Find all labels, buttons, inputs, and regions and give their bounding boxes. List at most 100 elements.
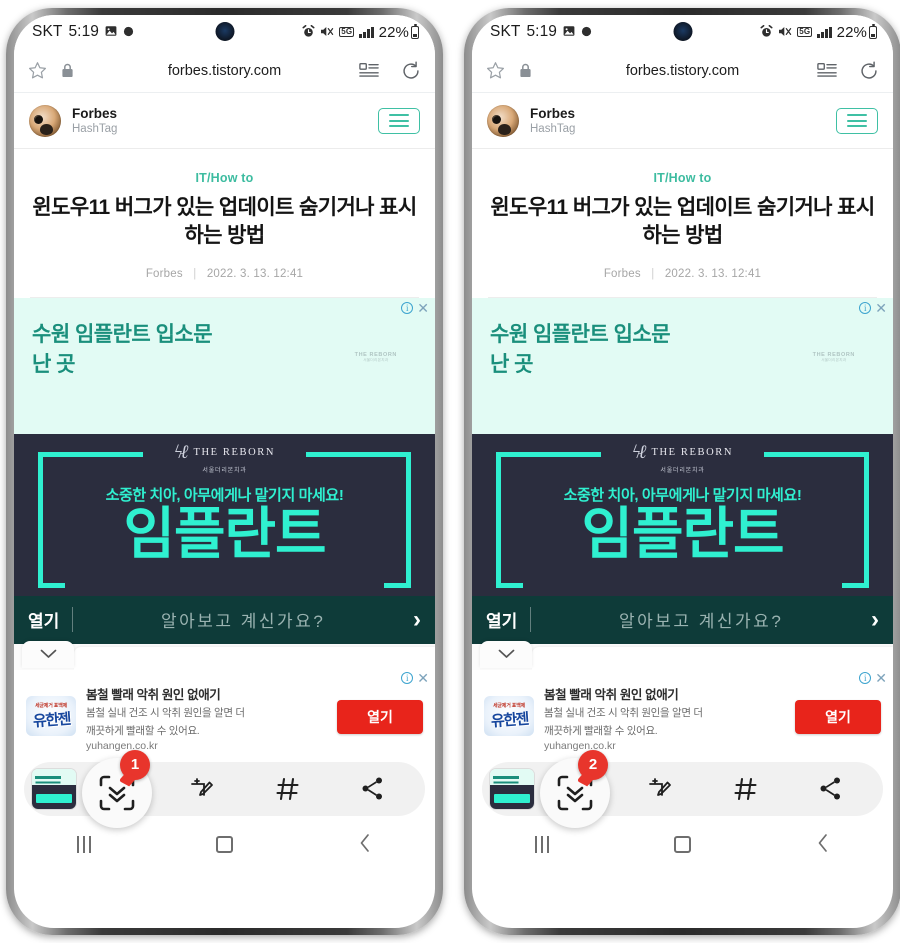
recents-icon[interactable]	[76, 836, 91, 854]
status-bar: SKT 5:19 5G 22%	[472, 15, 893, 49]
battery-percent-label: 22%	[378, 23, 409, 41]
watermark-sub: 서울더리본치과	[821, 357, 847, 362]
ad-cta-bar[interactable]: 열기 알아보고 계신가요? ›	[472, 595, 893, 644]
collapse-tab[interactable]	[22, 640, 74, 668]
lock-icon[interactable]	[61, 63, 74, 78]
ad-close-icon[interactable]: ✕	[875, 671, 887, 685]
status-bar-left: SKT 5:19	[32, 23, 134, 41]
reader-mode-icon[interactable]	[817, 62, 837, 80]
share-icon[interactable]	[359, 775, 386, 802]
ad-close-icon[interactable]: ✕	[417, 301, 429, 315]
chevron-down-icon[interactable]	[498, 648, 515, 661]
reborn-logo-sub: 서울더리본치과	[202, 467, 247, 474]
ad-info-icon[interactable]: i	[401, 671, 414, 684]
phone-device-right: SKT 5:19 5G 22% forbes.tistory.com Forbe…	[464, 8, 900, 935]
watermark-name: THE REBORN	[812, 351, 855, 358]
crop-edit-icon[interactable]	[646, 775, 674, 803]
ad-cta-open-label[interactable]: 열기	[486, 607, 532, 633]
ad-close-icon[interactable]: ✕	[417, 671, 429, 685]
blog-title[interactable]: Forbes	[530, 106, 575, 121]
reload-icon[interactable]	[859, 61, 879, 81]
hashtag-tag-icon[interactable]	[732, 775, 760, 803]
article-author: Forbes	[145, 267, 183, 280]
ad-banner-mint[interactable]: i ✕ 수원 임플란트 입소문 난 곳 THE REBORN 서울더리본치과	[14, 297, 435, 434]
crop-edit-icon[interactable]	[188, 775, 216, 803]
alarm-icon	[302, 24, 315, 40]
ad-banner-mint[interactable]: i ✕ 수원 임플란트 입소문 난 곳 THE REBORN 서울더리본치과	[472, 297, 893, 434]
status-bar-left: SKT 5:19	[490, 23, 592, 41]
reborn-logo-icon: ϟℓ THE REBORN 서울더리본치과	[14, 442, 435, 474]
capture-thumbnail[interactable]	[32, 768, 76, 809]
back-icon[interactable]	[816, 833, 830, 857]
lock-icon[interactable]	[519, 63, 532, 78]
dot-icon	[123, 26, 134, 39]
browser-toolbar: forbes.tistory.com	[472, 49, 893, 93]
article-category[interactable]: IT/How to	[30, 171, 419, 185]
back-icon[interactable]	[358, 833, 372, 857]
chevron-down-icon[interactable]	[40, 648, 57, 661]
camera-punch-hole	[215, 22, 234, 41]
ad-info-icon[interactable]: i	[859, 671, 872, 684]
image-icon	[563, 25, 575, 39]
recents-icon[interactable]	[534, 836, 549, 854]
ad-banner-bottom[interactable]: i ✕ 세균제거 표백제 유한젠 봄철 빨래 악취 원인 없애기 봄철 실내 건…	[14, 669, 435, 756]
capture-thumbnail[interactable]	[490, 768, 534, 809]
reader-mode-icon[interactable]	[359, 62, 379, 80]
carrier-label: SKT	[490, 23, 521, 40]
ad-cta-bar[interactable]: 열기 알아보고 계신가요? ›	[14, 595, 435, 644]
ad-bottom-desc-line2: 깨끗하게 빨래할 수 있어요.	[86, 724, 200, 737]
star-icon[interactable]	[486, 61, 505, 80]
blog-subtitle: HashTag	[530, 122, 576, 135]
share-icon[interactable]	[817, 775, 844, 802]
reborn-logo-name: THE REBORN	[193, 447, 276, 459]
hamburger-menu-icon[interactable]	[836, 107, 878, 134]
avatar[interactable]	[487, 104, 519, 137]
article-category[interactable]: IT/How to	[488, 171, 877, 185]
browser-toolbar-left	[28, 61, 74, 80]
battery-icon	[411, 23, 419, 39]
status-bar-right: 5G 22%	[302, 23, 419, 41]
ad-banner-implant[interactable]: ϟℓ THE REBORN 서울더리본치과 소중한 치아, 아무에게나 맡기지 …	[472, 433, 893, 596]
blog-header: Forbes HashTag	[14, 93, 435, 149]
ad-bottom-url: yuhangen.co.kr	[86, 740, 158, 753]
star-icon[interactable]	[28, 61, 47, 80]
ad-info-icon[interactable]: i	[401, 301, 414, 314]
hashtag-tag-icon[interactable]	[274, 775, 302, 803]
ad-bottom-open-button[interactable]: 열기	[337, 699, 423, 734]
dot-icon	[581, 26, 592, 39]
phone-screen-right: SKT 5:19 5G 22% forbes.tistory.com Forbe…	[472, 15, 893, 928]
collapse-strip	[74, 646, 435, 670]
ad-cta-open-label[interactable]: 열기	[28, 607, 74, 633]
reborn-watermark-icon: THE REBORN 서울더리본치과	[355, 352, 397, 363]
blog-subtitle: HashTag	[72, 122, 118, 135]
capture-toolbar-bar: 1	[24, 749, 425, 828]
chevron-right-icon[interactable]: ›	[871, 607, 879, 632]
ad-bottom-desc-line2: 깨끗하게 빨래할 수 있어요.	[544, 724, 658, 737]
hamburger-menu-icon[interactable]	[378, 107, 420, 134]
ad-mint-line1: 수원 임플란트 입소문	[32, 322, 213, 346]
blog-title[interactable]: Forbes	[72, 106, 117, 121]
chevron-right-icon[interactable]: ›	[413, 607, 421, 632]
status-bar: SKT 5:19 5G 22%	[14, 15, 435, 49]
ad-info-icon[interactable]: i	[859, 301, 872, 314]
ad-bottom-url: yuhangen.co.kr	[544, 740, 616, 753]
watermark-name: THE REBORN	[354, 351, 397, 358]
reborn-mark-icon: ϟℓ	[173, 441, 188, 463]
battery-icon	[869, 23, 877, 39]
reload-icon[interactable]	[401, 61, 421, 81]
blog-identity: Forbes HashTag	[530, 106, 575, 136]
avatar[interactable]	[29, 104, 61, 137]
home-icon[interactable]	[673, 836, 691, 854]
home-icon[interactable]	[215, 836, 233, 854]
article-date: 2022. 3. 13. 12:41	[206, 267, 304, 280]
ad-collapse-row	[472, 640, 893, 670]
watermark-sub: 서울더리본치과	[363, 357, 389, 362]
ad-banner-bottom[interactable]: i ✕ 세균제거 표백제 유한젠 봄철 빨래 악취 원인 없애기 봄철 실내 건…	[472, 669, 893, 756]
ad-bottom-open-button[interactable]: 열기	[795, 699, 881, 734]
ad-implant-headline: 임플란트	[581, 501, 784, 565]
collapse-tab[interactable]	[480, 640, 532, 668]
ad-close-icon[interactable]: ✕	[875, 301, 887, 315]
ad-banner-implant[interactable]: ϟℓ THE REBORN 서울더리본치과 소중한 치아, 아무에게나 맡기지 …	[14, 433, 435, 596]
capture-toolbar: 1	[14, 749, 435, 828]
ad-badges: i ✕	[859, 301, 887, 315]
